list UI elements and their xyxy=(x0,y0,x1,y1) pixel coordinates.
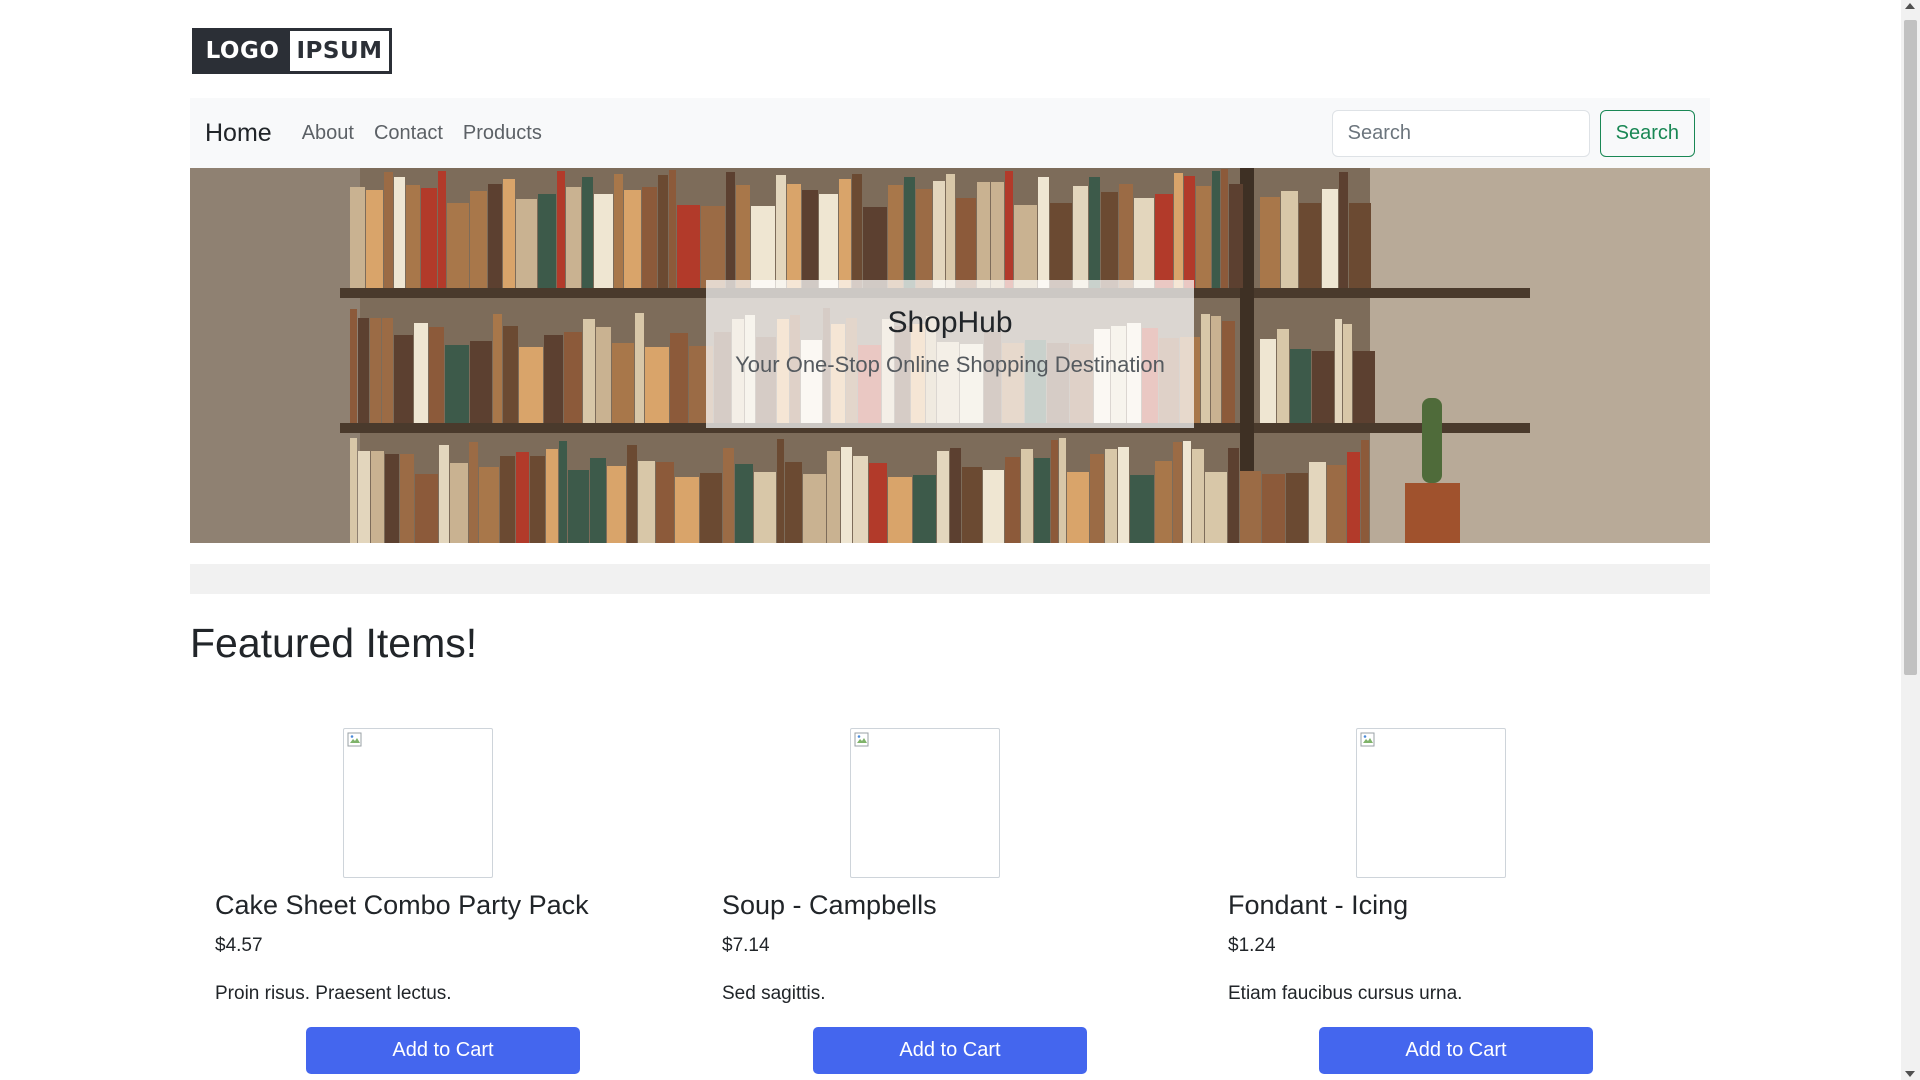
product-image[interactable] xyxy=(850,728,1000,878)
scroll-up-arrow-icon[interactable] xyxy=(1905,3,1915,9)
product-description: Sed sagittis. xyxy=(722,983,826,1004)
logo-text-light: IPSUM xyxy=(290,31,389,71)
product-description: Proin risus. Praesent lectus. xyxy=(215,983,452,1004)
featured-heading: Featured Items! xyxy=(190,620,478,666)
hero-card: ShopHub Your One-Stop Online Shopping De… xyxy=(706,280,1194,428)
logo[interactable]: LOGO IPSUM xyxy=(192,28,392,74)
hero-title: ShopHub xyxy=(887,306,1013,339)
scroll-thumb[interactable] xyxy=(1904,20,1917,675)
product-image[interactable] xyxy=(1356,728,1506,878)
product-card: Cake Sheet Combo Party Pack $4.57 Proin … xyxy=(190,728,690,1074)
hero-banner: ShopHub Your One-Stop Online Shopping De… xyxy=(190,168,1710,543)
product-card: Fondant - Icing $1.24 Etiam faucibus cur… xyxy=(1203,728,1703,1074)
navbar: Home About Contact Products Search xyxy=(190,98,1710,168)
hero-subtitle: Your One-Stop Online Shopping Destinatio… xyxy=(735,352,1165,377)
broken-image-icon xyxy=(854,732,869,747)
nav-about-link[interactable]: About xyxy=(302,122,354,145)
search-button[interactable]: Search xyxy=(1599,109,1695,157)
product-name: Soup - Campbells xyxy=(722,890,937,920)
nav-home-link[interactable]: Home xyxy=(205,119,272,148)
nav-contact-link[interactable]: Contact xyxy=(374,122,443,145)
product-name: Fondant - Icing xyxy=(1228,890,1409,920)
product-image[interactable] xyxy=(343,728,493,878)
nav-products-link[interactable]: Products xyxy=(463,122,542,145)
product-description: Etiam faucibus cursus urna. xyxy=(1228,983,1463,1004)
scrollbar[interactable] xyxy=(1901,0,1920,1080)
scroll-down-arrow-icon[interactable] xyxy=(1905,1071,1915,1077)
product-price: $1.24 xyxy=(1228,935,1276,956)
product-price: $7.14 xyxy=(722,935,770,956)
add-to-cart-button[interactable]: Add to Cart xyxy=(306,1027,580,1074)
broken-image-icon xyxy=(347,732,362,747)
add-to-cart-button[interactable]: Add to Cart xyxy=(1319,1027,1593,1074)
search-input[interactable] xyxy=(1331,109,1590,157)
logo-text-dark: LOGO xyxy=(195,31,290,71)
page: LOGO IPSUM Home About Contact Products S… xyxy=(0,0,1920,1080)
broken-image-icon xyxy=(1360,732,1375,747)
product-card: Soup - Campbells $7.14 Sed sagittis. Add… xyxy=(697,728,1197,1074)
product-name: Cake Sheet Combo Party Pack xyxy=(215,890,589,920)
divider-strip xyxy=(190,564,1710,594)
add-to-cart-button[interactable]: Add to Cart xyxy=(813,1027,1087,1074)
product-price: $4.57 xyxy=(215,935,263,956)
